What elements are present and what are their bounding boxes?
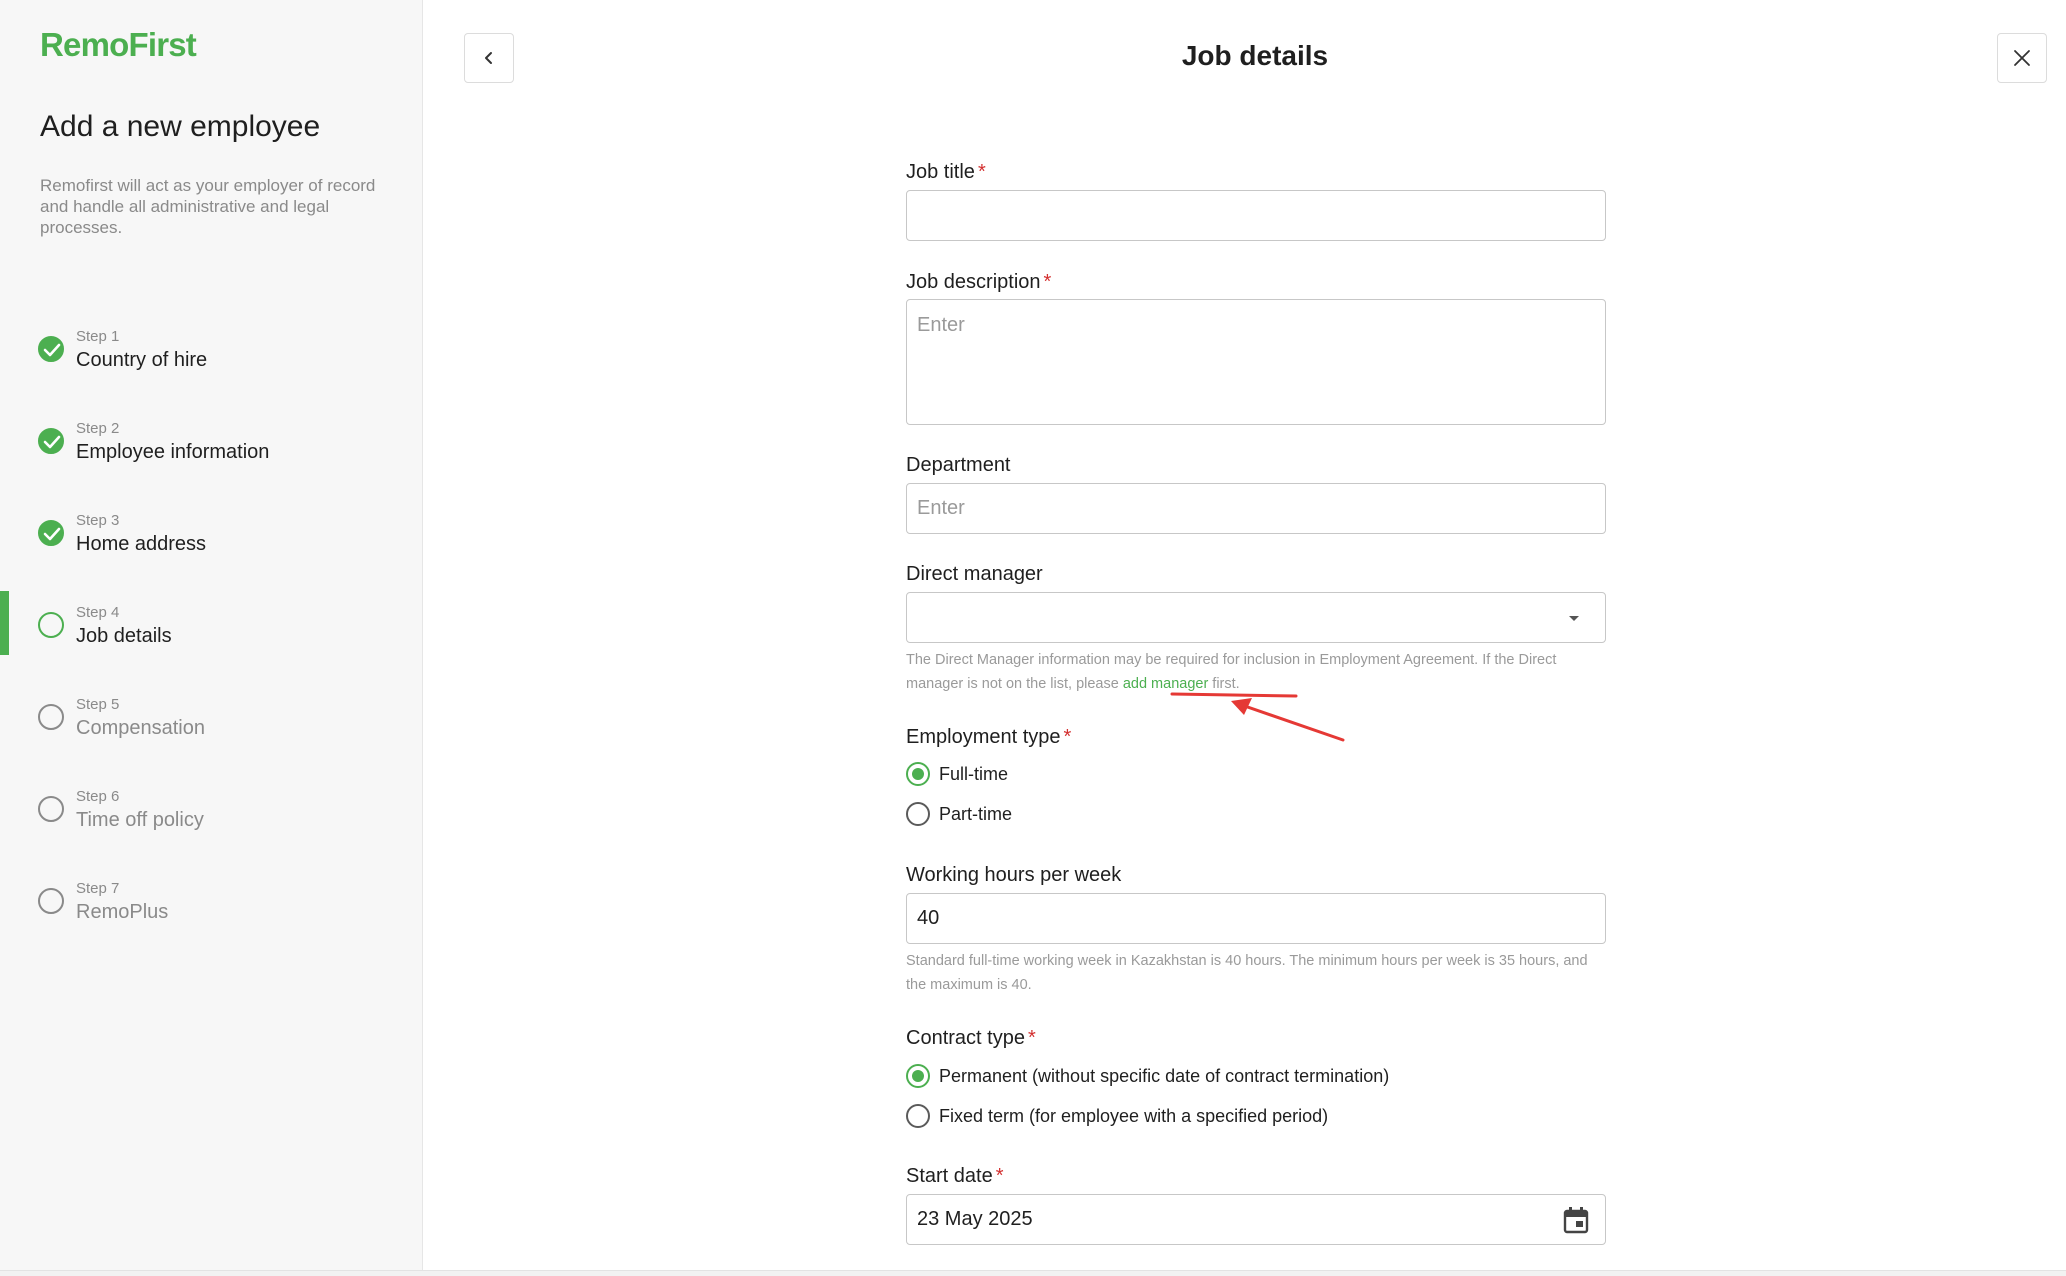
radio-fixed-term[interactable]: Fixed term (for employee with a specifie… xyxy=(906,1104,1328,1128)
required-marker: * xyxy=(1027,1027,1036,1049)
radio-checked-icon xyxy=(906,1064,930,1088)
required-marker: * xyxy=(1063,726,1072,748)
step-number: Step 3 xyxy=(76,512,120,529)
step-label: Employee information xyxy=(76,441,270,463)
step-number: Step 7 xyxy=(76,880,120,897)
step-time-off-policy[interactable]: Step 6 Time off policy xyxy=(0,778,423,870)
step-label: Job details xyxy=(76,625,172,647)
check-circle-icon xyxy=(38,428,64,454)
radio-full-time[interactable]: Full-time xyxy=(906,762,1008,786)
radio-label: Permanent (without specific date of cont… xyxy=(939,1065,1390,1086)
step-number: Step 1 xyxy=(76,328,120,345)
caret-down-icon xyxy=(1569,615,1579,621)
working-hours-hint: Standard full-time working week in Kazak… xyxy=(906,953,1588,993)
circle-icon xyxy=(38,888,64,914)
circle-icon xyxy=(38,612,64,638)
job-title-label: Job title * xyxy=(906,161,986,184)
radio-label: Full-time xyxy=(939,763,1009,784)
steps-list: Step 1 Country of hire Step 2 Employee i… xyxy=(0,318,423,962)
working-hours-label: Working hours per week xyxy=(906,864,1122,886)
required-marker: * xyxy=(1043,271,1052,293)
step-remoplus[interactable]: Step 7 RemoPlus xyxy=(0,870,423,962)
required-marker: * xyxy=(977,161,986,183)
check-circle-icon xyxy=(38,336,64,362)
calendar-icon[interactable] xyxy=(1563,1206,1589,1234)
job-title-input[interactable] xyxy=(906,190,1606,241)
start-date-label-text: Start date xyxy=(906,1165,993,1187)
direct-manager-hint: The Direct Manager information may be re… xyxy=(906,648,1606,696)
step-compensation[interactable]: Step 5 Compensation xyxy=(0,686,423,778)
start-date-input[interactable]: 23 May 2025 xyxy=(906,1194,1606,1245)
radio-label: Fixed term (for employee with a specifie… xyxy=(939,1105,1329,1126)
department-label: Department xyxy=(906,454,1011,476)
add-manager-link[interactable]: add manager xyxy=(1123,676,1208,692)
chevron-left-icon xyxy=(485,52,492,64)
step-label: RemoPlus xyxy=(76,901,169,923)
step-number: Step 4 xyxy=(76,604,120,621)
contract-type-label-text: Contract type xyxy=(906,1027,1025,1049)
page-title: Job details xyxy=(1181,40,1329,71)
active-step-indicator xyxy=(0,591,9,655)
step-label: Compensation xyxy=(76,717,205,739)
sidebar: RemoFirst Add a new employee Remofirst w… xyxy=(0,0,423,1270)
radio-unchecked-icon xyxy=(906,802,930,826)
job-title-label-text: Job title xyxy=(906,161,975,183)
step-home-address[interactable]: Step 3 Home address xyxy=(0,502,423,594)
bottom-border xyxy=(0,1270,2066,1276)
contract-type-label: Contract type * xyxy=(906,1027,1036,1050)
required-marker: * xyxy=(995,1165,1004,1187)
check-circle-icon xyxy=(38,520,64,546)
radio-label: Part-time xyxy=(939,803,1013,824)
job-description-label: Job description * xyxy=(906,271,1051,294)
start-date-label: Start date * xyxy=(906,1165,1004,1188)
start-date-value: 23 May 2025 xyxy=(917,1208,1033,1230)
step-number: Step 2 xyxy=(76,420,120,437)
sidebar-description: Remofirst will act as your employer of r… xyxy=(40,176,376,237)
radio-unchecked-icon xyxy=(906,1104,930,1128)
direct-manager-label: Direct manager xyxy=(906,563,1043,585)
working-hours-input[interactable]: 40 xyxy=(906,893,1606,944)
step-employee-information[interactable]: Step 2 Employee information xyxy=(0,410,423,502)
employment-type-label: Employment type * xyxy=(906,726,1071,749)
step-label: Time off policy xyxy=(76,809,204,831)
hint-text-end: first. xyxy=(1208,676,1240,692)
remofirst-logo[interactable]: RemoFirst xyxy=(40,26,197,64)
radio-checked-icon xyxy=(906,762,930,786)
employment-type-label-text: Employment type xyxy=(906,726,1061,748)
department-input[interactable]: Enter xyxy=(906,483,1606,534)
step-country-of-hire[interactable]: Step 1 Country of hire xyxy=(0,318,423,410)
close-icon xyxy=(2014,50,2030,66)
radio-part-time[interactable]: Part-time xyxy=(906,802,1012,826)
job-description-textarea[interactable]: Enter xyxy=(906,299,1606,425)
circle-icon xyxy=(38,796,64,822)
step-label: Country of hire xyxy=(76,349,208,371)
sidebar-title: Add a new employee xyxy=(40,110,321,143)
close-button[interactable] xyxy=(1997,33,2047,83)
step-number: Step 5 xyxy=(76,696,120,713)
back-button[interactable] xyxy=(464,33,514,83)
step-label: Home address xyxy=(76,533,207,555)
circle-icon xyxy=(38,704,64,730)
step-number: Step 6 xyxy=(76,788,120,805)
step-job-details[interactable]: Step 4 Job details xyxy=(0,591,423,686)
job-description-label-text: Job description xyxy=(906,271,1041,293)
direct-manager-select[interactable] xyxy=(906,592,1606,643)
radio-permanent[interactable]: Permanent (without specific date of cont… xyxy=(906,1064,1389,1088)
